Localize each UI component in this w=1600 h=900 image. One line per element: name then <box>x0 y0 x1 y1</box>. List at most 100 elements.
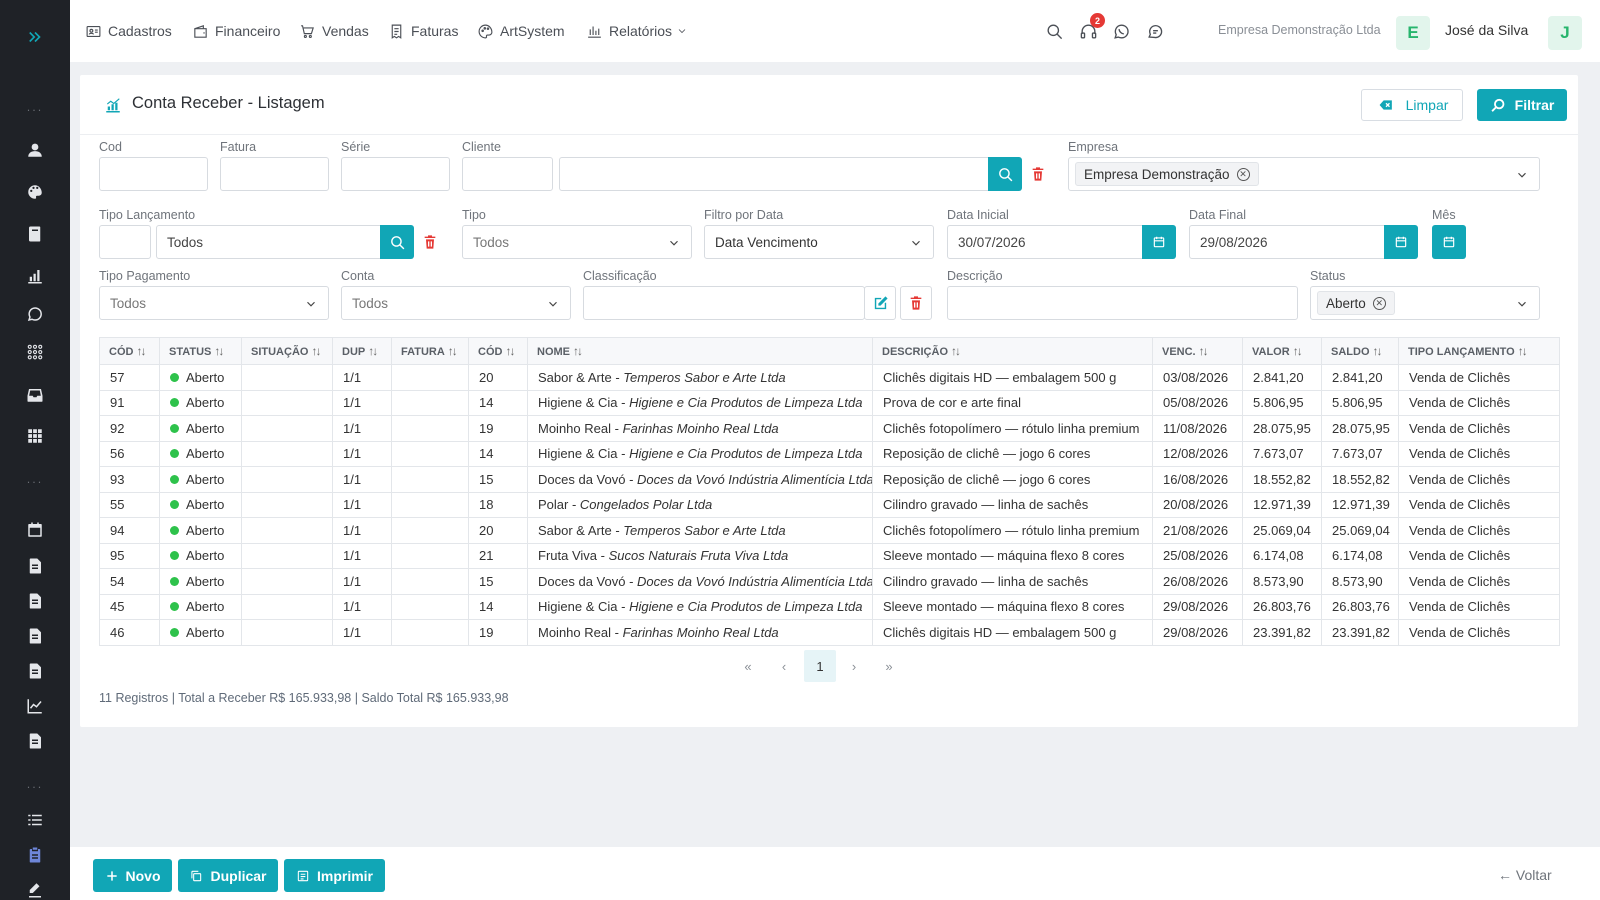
expand-sidebar-icon[interactable] <box>0 23 70 51</box>
column-header[interactable]: Descrição ↑↓ <box>872 337 1153 365</box>
cliente-clear-button[interactable] <box>1023 157 1053 191</box>
nav-vendas[interactable]: Vendas <box>299 19 369 43</box>
column-header[interactable]: Venc. ↑↓ <box>1152 337 1243 365</box>
classificacao-input[interactable] <box>583 286 865 320</box>
user-avatar[interactable]: J <box>1548 16 1582 50</box>
nav-cadastros[interactable]: Cadastros <box>85 19 172 43</box>
sidebar-clipboard-icon[interactable] <box>0 841 70 869</box>
column-header[interactable]: Valor ↑↓ <box>1242 337 1322 365</box>
column-header[interactable]: Fatura ↑↓ <box>391 337 469 365</box>
sort-icon[interactable]: ↑↓ <box>1293 344 1303 358</box>
sort-icon[interactable]: ↑↓ <box>1199 344 1209 358</box>
new-button[interactable]: Novo <box>93 859 172 892</box>
sidebar-list-icon[interactable] <box>0 806 70 834</box>
sort-icon[interactable]: ↑↓ <box>573 344 583 358</box>
table-row[interactable]: 55 Aberto 1/1 18 Polar - Congelados Polar Lt… <box>99 491 1560 518</box>
sort-icon[interactable]: ↑↓ <box>505 344 515 358</box>
company-avatar[interactable]: E <box>1396 16 1430 50</box>
data-final-calendar-button[interactable] <box>1384 225 1418 259</box>
sidebar-users-icon[interactable] <box>0 136 70 164</box>
column-header[interactable]: Dup ↑↓ <box>332 337 392 365</box>
tipo-pagamento-select[interactable]: Todos <box>99 286 329 320</box>
conta-select[interactable]: Todos <box>341 286 571 320</box>
sidebar-document-icon[interactable] <box>0 552 70 580</box>
data-inicial-calendar-button[interactable] <box>1142 225 1176 259</box>
cliente-name-input[interactable] <box>559 157 989 191</box>
table-row[interactable]: 57 Aberto 1/1 20 Sabor & Arte - Temperos Sab… <box>99 364 1560 391</box>
sort-icon[interactable]: ↑↓ <box>1518 344 1528 358</box>
sidebar-document-icon[interactable] <box>0 622 70 650</box>
support-button[interactable]: 2 <box>1077 13 1105 42</box>
sidebar-document-icon[interactable] <box>0 587 70 615</box>
column-header[interactable]: Tipo Lançamento ↑↓ <box>1398 337 1560 365</box>
table-row[interactable]: 95 Aberto 1/1 21 Fruta Viva - Sucos Naturais… <box>99 542 1560 569</box>
column-header[interactable]: Cód ↑↓ <box>468 337 528 365</box>
mes-calendar-button[interactable] <box>1432 225 1466 259</box>
table-row[interactable]: 45 Aberto 1/1 14 Higiene & Cia - Higiene e C… <box>99 593 1560 620</box>
last-page-button[interactable]: » <box>874 650 904 682</box>
sidebar-chart-icon[interactable] <box>0 262 70 290</box>
search-button[interactable] <box>1043 20 1065 42</box>
empresa-select[interactable]: Empresa Demonstração ✕ <box>1068 157 1540 191</box>
duplicate-button[interactable]: Duplicar <box>178 859 278 892</box>
table-row[interactable]: 56 Aberto 1/1 14 Higiene & Cia - Higiene e C… <box>99 440 1560 467</box>
first-page-button[interactable]: « <box>733 650 763 682</box>
sidebar-apps-icon[interactable] <box>0 338 70 366</box>
sidebar-whatsapp-icon[interactable] <box>0 300 70 328</box>
data-inicial-input[interactable]: 30/07/2026 <box>947 225 1143 259</box>
cliente-search-button[interactable] <box>988 157 1022 191</box>
sort-icon[interactable]: ↑↓ <box>311 344 321 358</box>
classificacao-edit-button[interactable] <box>864 286 896 320</box>
column-header[interactable]: Cód ↑↓ <box>99 337 160 365</box>
print-button[interactable]: Imprimir <box>284 859 385 892</box>
remove-chip-icon[interactable]: ✕ <box>1236 167 1250 181</box>
column-header[interactable]: Situação ↑↓ <box>241 337 333 365</box>
cod-input[interactable] <box>99 157 208 191</box>
nav-financeiro[interactable]: Financeiro <box>192 19 280 43</box>
sidebar-document-icon[interactable] <box>0 657 70 685</box>
sort-icon[interactable]: ↑↓ <box>136 344 146 358</box>
sidebar-grid-icon[interactable] <box>0 422 70 450</box>
table-row[interactable]: 54 Aberto 1/1 15 Doces da Vovó - Doces da Vo… <box>99 568 1560 595</box>
classificacao-clear-button[interactable] <box>900 286 932 320</box>
nav-artsystem[interactable]: ArtSystem <box>477 19 565 43</box>
sidebar-sign-icon[interactable] <box>0 876 70 900</box>
sort-icon[interactable]: ↑↓ <box>368 344 378 358</box>
tipo-lancamento-clear-button[interactable] <box>415 225 445 259</box>
sort-icon[interactable]: ↑↓ <box>214 344 224 358</box>
next-page-button[interactable]: › <box>839 650 869 682</box>
nav-relatorios[interactable]: Relatórios <box>586 19 688 43</box>
sidebar-calendar-icon[interactable] <box>0 516 70 544</box>
tipo-select[interactable]: Todos <box>462 225 692 259</box>
filter-button[interactable]: Filtrar <box>1477 89 1567 121</box>
tipo-lancamento-search-button[interactable] <box>380 225 414 259</box>
sort-icon[interactable]: ↑↓ <box>951 344 961 358</box>
table-row[interactable]: 93 Aberto 1/1 15 Doces da Vovó - Doces da Vo… <box>99 466 1560 493</box>
data-final-input[interactable]: 29/08/2026 <box>1189 225 1385 259</box>
user-name[interactable]: José da Silva <box>1445 22 1528 38</box>
table-row[interactable]: 94 Aberto 1/1 20 Sabor & Arte - Temperos Sab… <box>99 517 1560 544</box>
sidebar-book-icon[interactable] <box>0 220 70 248</box>
sidebar-inbox-icon[interactable] <box>0 381 70 409</box>
filtro-data-select[interactable]: Data Vencimento <box>704 225 934 259</box>
whatsapp-button[interactable] <box>1110 20 1132 42</box>
column-header[interactable]: Nome ↑↓ <box>527 337 873 365</box>
sidebar-palette-icon[interactable] <box>0 178 70 206</box>
clear-button[interactable]: Limpar <box>1361 89 1463 121</box>
page-1-button[interactable]: 1 <box>804 650 836 682</box>
column-header[interactable]: Status ↑↓ <box>159 337 242 365</box>
fatura-input[interactable] <box>220 157 329 191</box>
nav-faturas[interactable]: Faturas <box>388 19 458 43</box>
chat-button[interactable] <box>1144 20 1166 42</box>
tipo-lancamento-input[interactable]: Todos <box>156 225 382 259</box>
back-link[interactable]: ← Voltar <box>1498 867 1552 883</box>
status-select[interactable]: Aberto ✕ <box>1310 286 1540 320</box>
descricao-input[interactable] <box>947 286 1298 320</box>
company-name[interactable]: Empresa Demonstração Ltda <box>1218 23 1381 37</box>
table-row[interactable]: 92 Aberto 1/1 19 Moinho Real - Farinhas Moin… <box>99 415 1560 442</box>
cliente-code-input[interactable] <box>462 157 553 191</box>
serie-input[interactable] <box>341 157 450 191</box>
table-row[interactable]: 91 Aberto 1/1 14 Higiene & Cia - Higiene e C… <box>99 389 1560 416</box>
tipo-lancamento-code-input[interactable] <box>99 225 151 259</box>
table-row[interactable]: 46 Aberto 1/1 19 Moinho Real - Farinhas Moin… <box>99 619 1560 646</box>
